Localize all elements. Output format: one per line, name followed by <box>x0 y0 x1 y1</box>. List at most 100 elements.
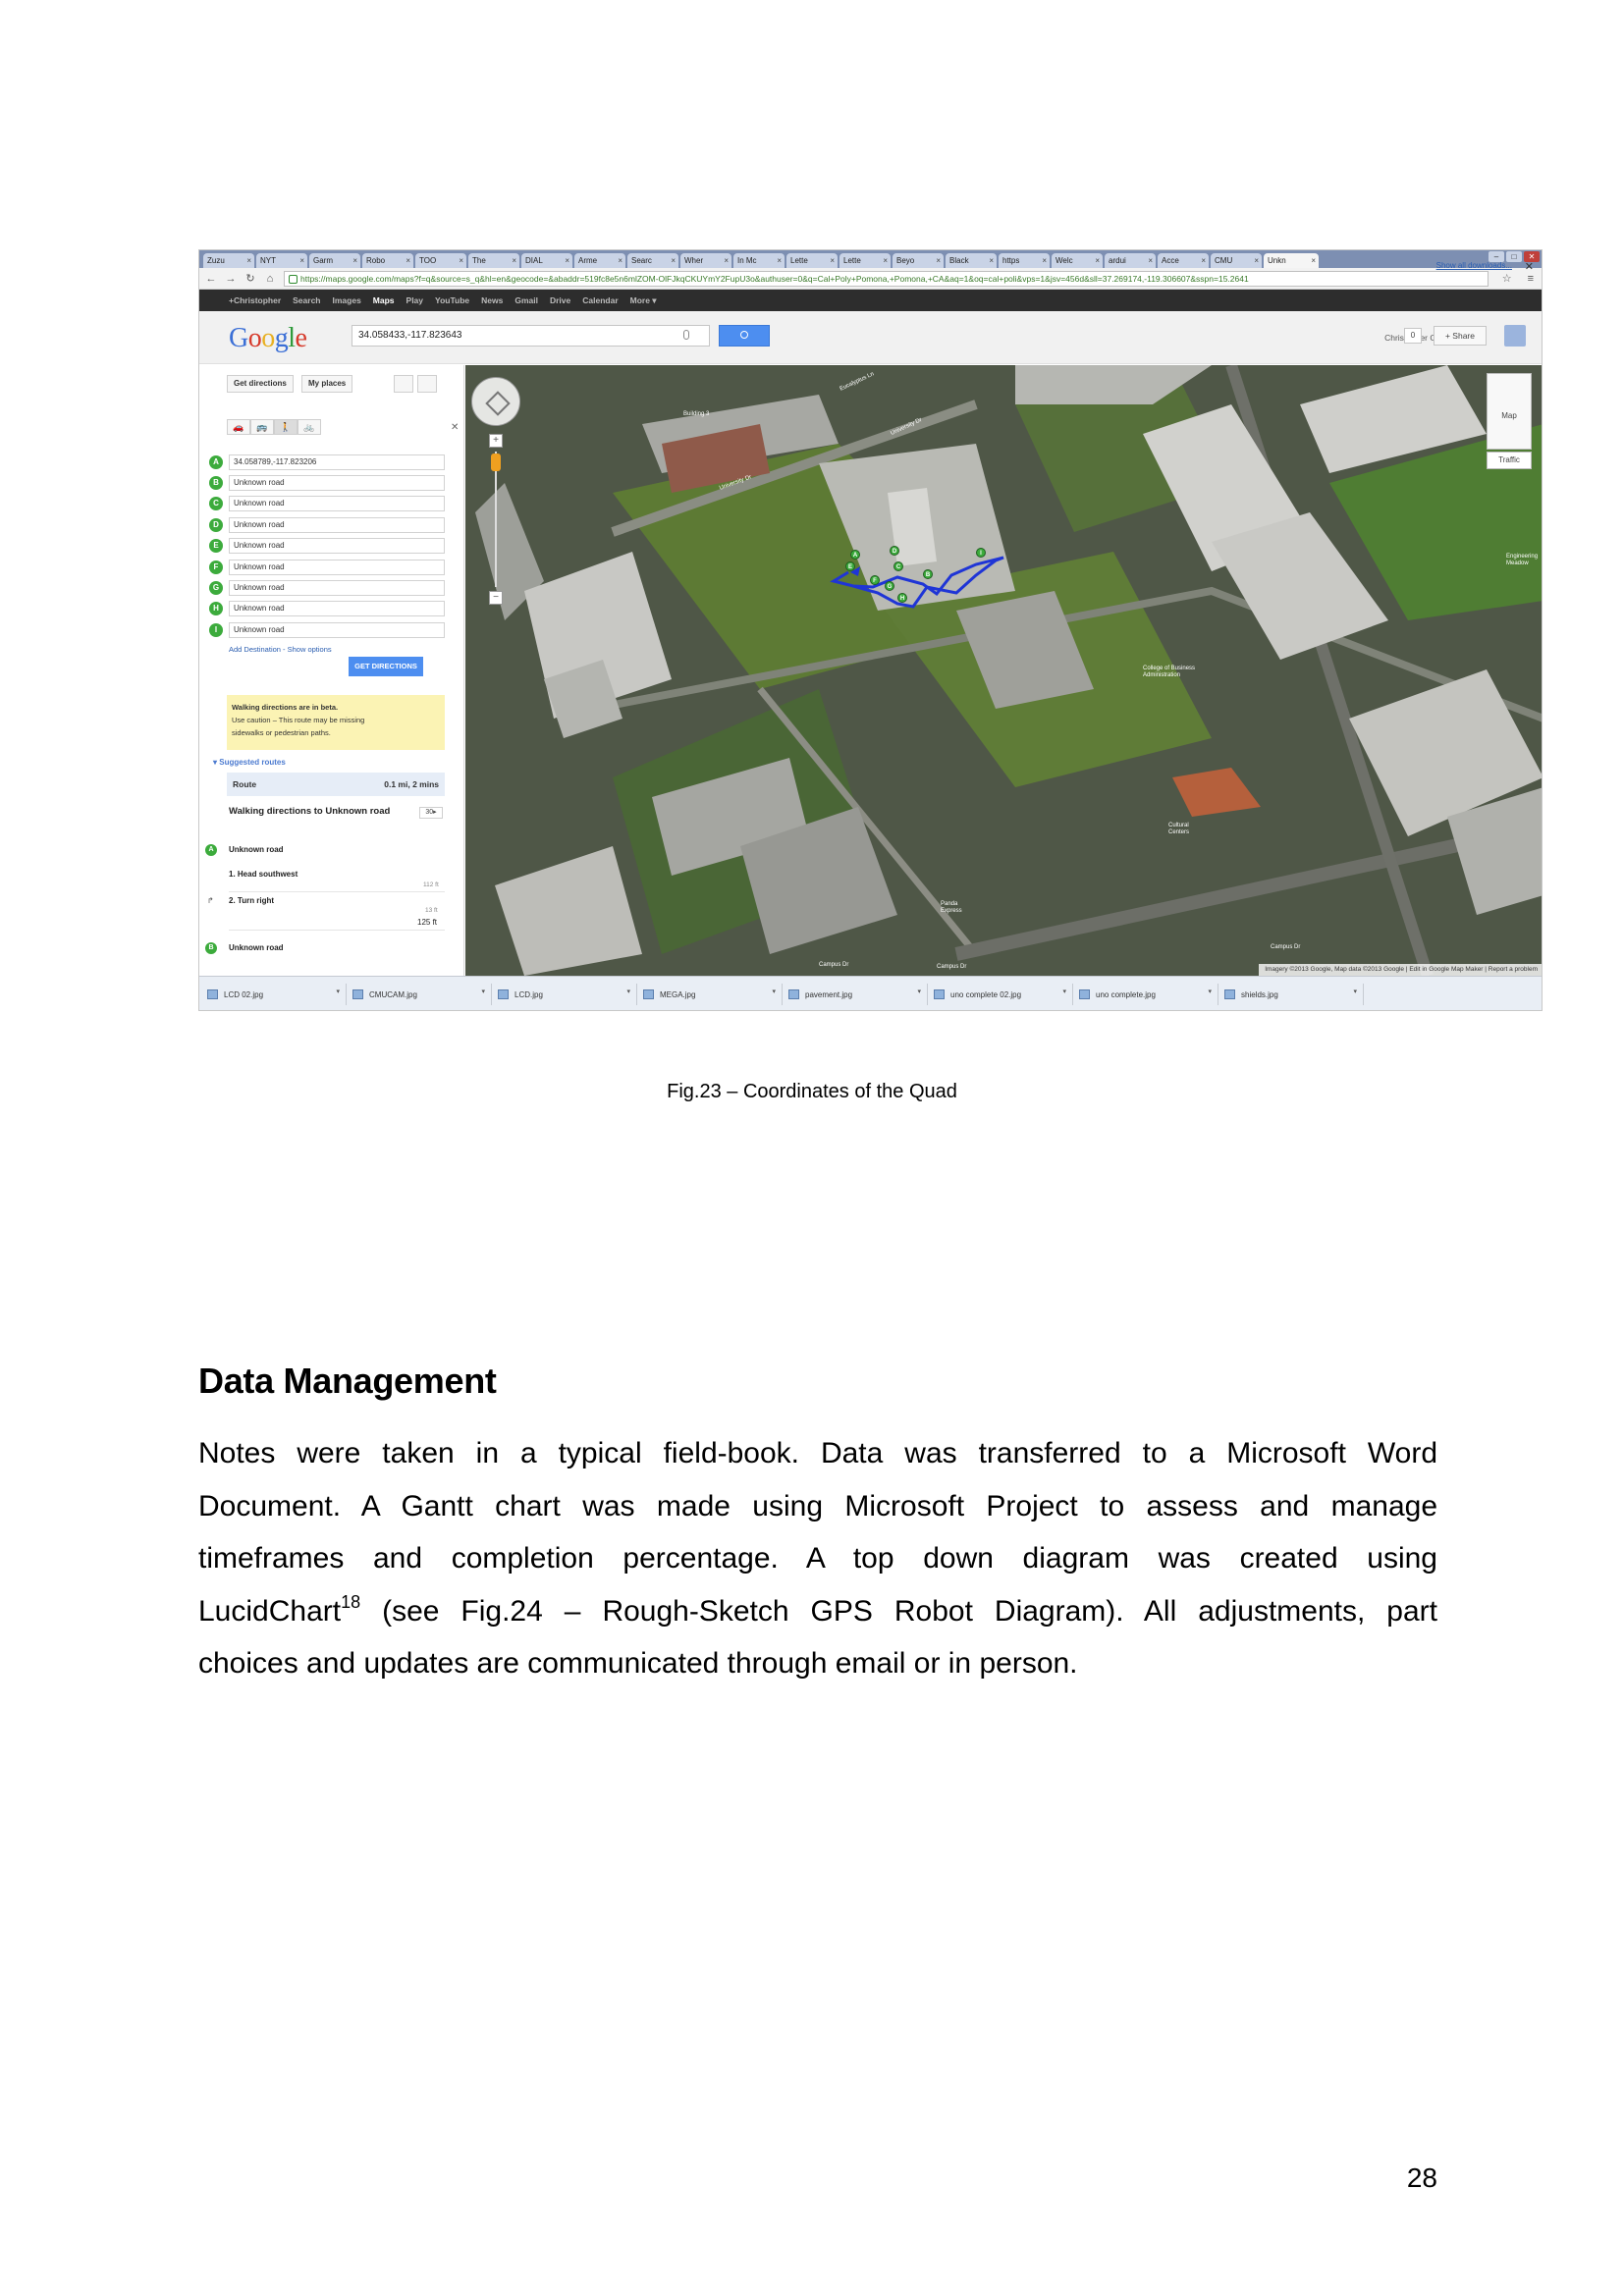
avatar[interactable] <box>1504 325 1526 347</box>
chevron-down-icon[interactable]: ▾ <box>336 988 340 995</box>
close-tab-icon[interactable]: × <box>352 253 357 268</box>
chevron-down-icon[interactable]: ▾ <box>1208 988 1212 995</box>
reload-icon[interactable]: ↻ <box>244 272 256 285</box>
download-item[interactable]: LCD.jpg ▾ <box>492 984 637 1005</box>
browser-tab[interactable]: TOO × <box>415 253 466 268</box>
zoom-control[interactable]: + − <box>488 434 504 607</box>
chevron-down-icon[interactable]: ▾ <box>481 988 485 995</box>
browser-tab[interactable]: Black × <box>946 253 997 268</box>
browser-tab[interactable]: CMU × <box>1211 253 1262 268</box>
route-marker-icon[interactable]: C <box>893 561 903 571</box>
route-marker-icon[interactable]: I <box>976 548 986 558</box>
map-type-button[interactable]: Map <box>1487 373 1532 450</box>
browser-tab[interactable]: Beyo × <box>893 253 944 268</box>
browser-tab[interactable]: Lette × <box>839 253 891 268</box>
zoom-track[interactable] <box>495 452 497 587</box>
pan-control-icon[interactable] <box>471 377 520 426</box>
chevron-down-icon[interactable]: ▾ <box>917 988 921 995</box>
chevron-down-icon[interactable]: ▾ <box>626 988 630 995</box>
browser-tab[interactable]: NYT × <box>256 253 307 268</box>
marker-pin-icon[interactable]: B <box>209 476 223 491</box>
google-bar-link[interactable]: Maps <box>373 295 395 305</box>
close-tab-icon[interactable]: × <box>406 253 410 268</box>
step-through-button[interactable]: 30▸ <box>419 807 443 819</box>
close-tab-icon[interactable]: × <box>936 253 941 268</box>
browser-tab[interactable]: Welc × <box>1052 253 1103 268</box>
close-tab-icon[interactable]: × <box>777 253 782 268</box>
home-icon[interactable]: ⌂ <box>264 273 276 285</box>
browser-tab[interactable]: https × <box>999 253 1050 268</box>
google-bar-link[interactable]: Play <box>406 295 424 305</box>
close-tab-icon[interactable]: × <box>1311 253 1316 268</box>
close-tab-icon[interactable]: × <box>989 253 994 268</box>
show-all-downloads-link[interactable]: Show all downloads... <box>1436 261 1512 270</box>
notification-count[interactable]: 0 <box>1404 328 1422 344</box>
download-item[interactable]: LCD 02.jpg ▾ <box>201 984 347 1005</box>
download-item[interactable]: uno complete.jpg ▾ <box>1073 984 1218 1005</box>
destination-input[interactable]: Unknown road <box>229 475 445 492</box>
microphone-icon[interactable] <box>683 330 689 340</box>
close-directions-icon[interactable]: ✕ <box>451 422 459 433</box>
google-bar-link[interactable]: Images <box>333 295 361 305</box>
google-bar-link[interactable]: +Christopher <box>229 295 281 305</box>
close-tab-icon[interactable]: × <box>246 253 251 268</box>
chevron-down-icon[interactable]: ▾ <box>772 988 776 995</box>
chevron-down-icon[interactable]: ▾ <box>1353 988 1357 995</box>
url-field[interactable]: https://maps.google.com/maps?f=q&source=… <box>284 270 1489 287</box>
route-marker-icon[interactable]: G <box>885 581 894 591</box>
search-button[interactable] <box>719 325 770 347</box>
google-bar-link[interactable]: Calendar <box>582 295 618 305</box>
close-tab-icon[interactable]: × <box>565 253 569 268</box>
google-bar-link[interactable]: News <box>481 295 503 305</box>
browser-tab[interactable]: DIAL × <box>521 253 572 268</box>
destination-input[interactable]: Unknown road <box>229 580 445 597</box>
satellite-map[interactable]: Building 3 University Dr University Dr E… <box>465 365 1542 976</box>
traffic-button[interactable]: Traffic <box>1487 452 1532 469</box>
step-1[interactable]: 1. Head southwest <box>229 870 298 879</box>
marker-pin-icon[interactable]: I <box>209 622 223 637</box>
browser-tab[interactable]: ardui × <box>1105 253 1156 268</box>
bicycle-icon[interactable]: 🚲 <box>298 419 321 435</box>
close-tab-icon[interactable]: × <box>883 253 888 268</box>
browser-tab[interactable]: Acce × <box>1158 253 1209 268</box>
print-icon[interactable] <box>394 375 413 393</box>
get-directions-submit-button[interactable]: GET DIRECTIONS <box>349 657 423 676</box>
link-icon[interactable] <box>417 375 437 393</box>
destination-input[interactable]: Unknown road <box>229 496 445 512</box>
browser-tab[interactable]: Searc × <box>627 253 678 268</box>
bookmark-star-icon[interactable]: ☆ <box>1502 272 1512 285</box>
pegman-icon[interactable] <box>491 454 501 471</box>
google-bar-link[interactable]: YouTube <box>435 295 469 305</box>
marker-pin-icon[interactable]: G <box>209 581 223 596</box>
browser-tab[interactable]: Wher × <box>680 253 731 268</box>
zoom-out-icon[interactable]: − <box>489 591 503 605</box>
close-tab-icon[interactable]: × <box>1042 253 1047 268</box>
close-downloads-icon[interactable]: ✕ <box>1525 260 1534 273</box>
marker-pin-icon[interactable]: D <box>209 517 223 532</box>
route-marker-icon[interactable]: D <box>890 546 899 556</box>
google-bar-link[interactable]: Gmail <box>514 295 538 305</box>
marker-pin-icon[interactable]: A <box>209 454 223 469</box>
route-marker-icon[interactable]: E <box>845 561 855 571</box>
download-item[interactable]: pavement.jpg ▾ <box>783 984 928 1005</box>
google-logo[interactable]: Google <box>229 323 307 354</box>
destination-input[interactable]: Unknown road <box>229 559 445 575</box>
google-bar-link[interactable]: Search <box>293 295 320 305</box>
destination-input[interactable]: Unknown road <box>229 601 445 617</box>
browser-tab[interactable]: Garm × <box>309 253 360 268</box>
marker-pin-icon[interactable]: E <box>209 539 223 554</box>
google-bar-link[interactable]: Drive <box>550 295 570 305</box>
get-directions-button[interactable]: Get directions <box>227 375 294 393</box>
download-item[interactable]: CMUCAM.jpg ▾ <box>347 984 492 1005</box>
route-marker-icon[interactable]: A <box>850 550 860 560</box>
marker-pin-icon[interactable]: C <box>209 497 223 511</box>
browser-tab[interactable]: Zuzu × <box>203 253 254 268</box>
browser-tab[interactable]: Unkn × <box>1264 253 1319 268</box>
marker-pin-icon[interactable]: H <box>209 602 223 616</box>
share-button[interactable]: + Share <box>1434 326 1487 346</box>
browser-tab[interactable]: In Mc × <box>733 253 785 268</box>
close-tab-icon[interactable]: × <box>512 253 516 268</box>
marker-pin-icon[interactable]: F <box>209 560 223 574</box>
browser-tab[interactable]: The × <box>468 253 519 268</box>
my-places-button[interactable]: My places <box>301 375 353 393</box>
